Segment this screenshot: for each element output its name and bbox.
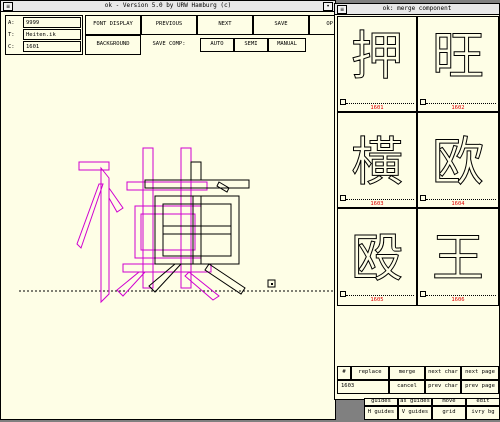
h-guides-button[interactable]: H guides [364,406,398,420]
cell-baseline [346,295,414,296]
next-button[interactable]: NEXT [197,15,253,35]
op-button[interactable]: OP [309,15,336,35]
merge-window-menu-icon[interactable]: ≡ [337,5,347,14]
component-code: 1602 [451,105,465,111]
replace-button[interactable]: replace [351,366,389,380]
info-label-a: A: [8,20,15,26]
component-code: 1601 [370,105,384,111]
hash-button[interactable]: # [337,366,351,380]
glyph-canvas[interactable] [5,58,333,418]
merge-title: ok: merge component [382,5,452,12]
font-display-button[interactable]: FONT DISPLAY [85,15,141,35]
minimize-icon[interactable]: • [323,2,333,11]
component-code: 1604 [451,201,465,207]
cell-baseline [346,199,414,200]
cell-baseline [426,103,496,104]
grid-button[interactable]: grid [432,406,466,420]
merge-window: ok: merge component ≡ 押 1601 旺 1602 橫 16… [334,3,500,400]
info-label-t: T: [8,32,15,38]
merge-cell-1605[interactable]: 殴 1605 [337,208,417,306]
component-glyph: 王 [431,229,484,290]
component-code: 1605 [370,297,384,303]
component-glyph: 旺 [431,27,484,88]
next-page-button[interactable]: next page [461,366,499,380]
next-char-button[interactable]: next char [425,366,461,380]
ivry-bg-button[interactable]: ivry bg [466,406,500,420]
info-value-a: 9999 [26,20,40,26]
cell-baseline [346,103,414,104]
guides-button[interactable]: guides [364,398,398,406]
auto-button[interactable]: AUTO [200,38,234,52]
component-code: 1606 [451,297,465,303]
info-label-c: C: [8,44,15,50]
merge-button[interactable]: merge [389,366,425,380]
as-guides-button[interactable]: as guides [398,398,432,406]
merge-cell-1602[interactable]: 旺 1602 [417,16,499,112]
manual-button[interactable]: MANUAL [268,38,306,52]
main-title: ok - Version 5.0 by URW Hamburg (c) [104,2,232,9]
previous-button[interactable]: PREVIOUS [141,15,197,35]
prev-page-button[interactable]: prev page [461,380,499,394]
reference-glyph [76,147,220,304]
component-glyph: 欧 [431,133,484,194]
anchor-point-small [271,283,273,285]
background-button[interactable]: BACKGROUND [85,35,141,55]
component-code: 1603 [370,201,384,207]
v-guides-button[interactable]: V guides [398,406,432,420]
main-window: ok - Version 5.0 by URW Hamburg (c) ≡ • … [0,0,336,420]
cell-baseline [426,295,496,296]
info-value-c: 1601 [26,44,40,50]
merge-cell-1604[interactable]: 欧 1604 [417,112,499,208]
char-code-field[interactable]: 1603 [337,380,389,394]
merge-cell-1601[interactable]: 押 1601 [337,16,417,112]
merge-titlebar[interactable]: ok: merge component [335,4,499,15]
merge-cell-1606[interactable]: 王 1606 [417,208,499,306]
cell-baseline [426,199,496,200]
info-value-t: Heiten.ik [26,32,56,38]
main-titlebar[interactable]: ok - Version 5.0 by URW Hamburg (c) [1,1,335,12]
component-glyph: 橫 [350,133,403,194]
edit-button[interactable]: edit [466,398,500,406]
semi-button[interactable]: SEMI [234,38,268,52]
save-button[interactable]: SAVE [253,15,309,35]
merge-empty-area [337,306,499,366]
cancel-button[interactable]: cancel [389,380,425,394]
save-comp-label: SAVE COMP: [141,35,197,55]
prev-char-button[interactable]: prev char [425,380,461,394]
glyph-outline-svg [19,147,333,304]
component-glyph: 殴 [350,229,403,290]
component-glyph: 押 [350,27,403,88]
move-button[interactable]: move [432,398,466,406]
merge-cell-1603[interactable]: 橫 1603 [337,112,417,208]
window-menu-icon[interactable]: ≡ [3,2,13,11]
